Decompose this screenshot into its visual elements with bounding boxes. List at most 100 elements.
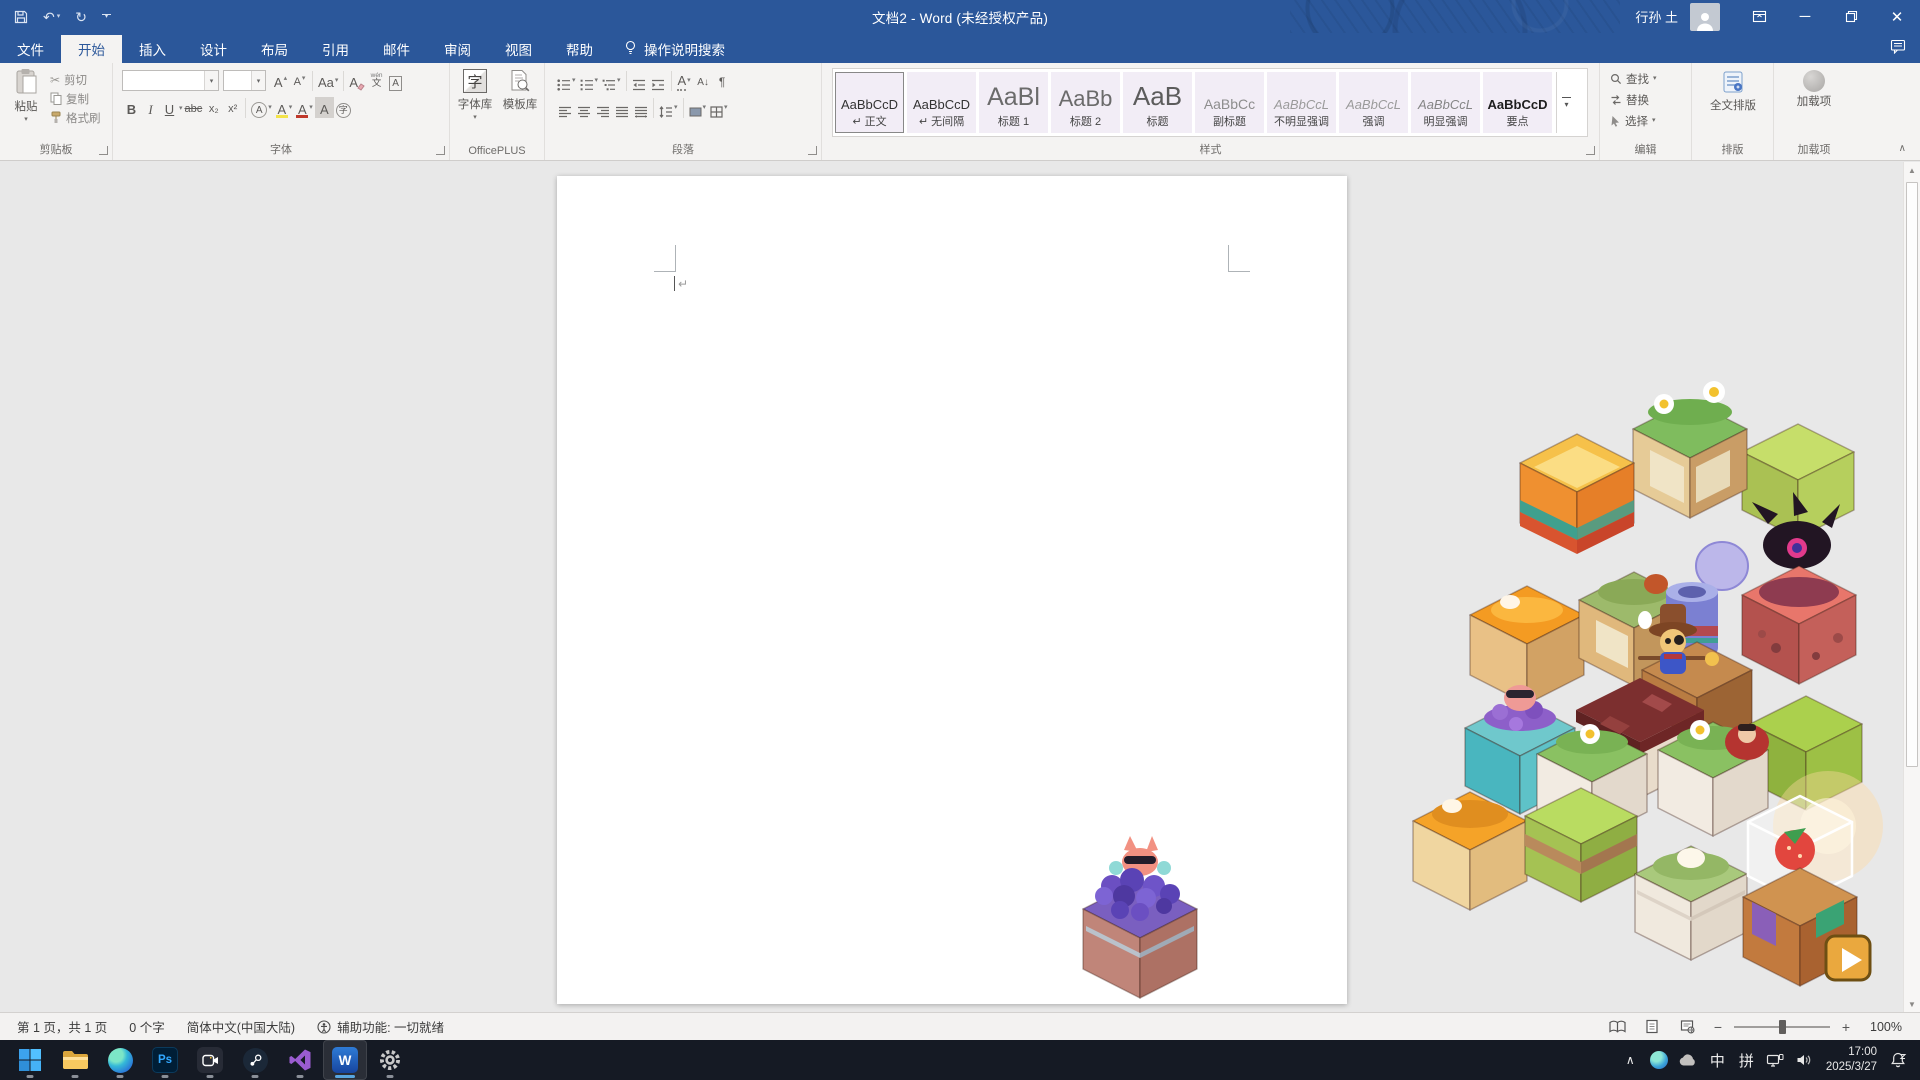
strikethrough-button[interactable]: abc — [183, 97, 205, 118]
style-intense-emphasis[interactable]: AaBbCcL明显强调 — [1411, 72, 1480, 133]
font-size-combo[interactable]: ▾ — [223, 70, 266, 91]
style-no-spacing[interactable]: AaBbCcD↵ 无间隔 — [907, 72, 976, 133]
undo-icon[interactable]: ↶▾ — [43, 10, 60, 24]
numbering-button[interactable]: ▾ — [578, 70, 601, 91]
sort-button[interactable]: A↓ — [694, 70, 713, 91]
tab-review[interactable]: 审阅 — [427, 35, 488, 63]
align-center-button[interactable] — [574, 97, 593, 118]
save-icon[interactable] — [14, 10, 28, 24]
character-shading-button[interactable]: A — [315, 97, 334, 118]
align-left-button[interactable] — [555, 97, 574, 118]
tab-insert[interactable]: 插入 — [122, 35, 183, 63]
addins-button[interactable]: 加载项 — [1796, 70, 1832, 109]
taskbar-photoshop-icon[interactable]: Ps — [143, 1040, 187, 1080]
tab-home[interactable]: 开始 — [61, 35, 122, 63]
document-area[interactable]: ↵ ▲ ▼ — [0, 162, 1920, 1012]
ime-pinyin-indicator[interactable]: 拼 — [1733, 1040, 1760, 1080]
minimize-button[interactable]: ─ — [1782, 0, 1828, 33]
comments-icon[interactable] — [1890, 39, 1906, 59]
full-text-typeset-button[interactable]: 全文排版 — [1709, 70, 1757, 113]
tray-expand-icon[interactable]: ∧ — [1617, 1040, 1644, 1080]
style-emphasis[interactable]: AaBbCcL强调 — [1339, 72, 1408, 133]
document-page[interactable]: ↵ — [557, 176, 1347, 1004]
web-layout-button[interactable] — [1676, 1016, 1698, 1038]
page-indicator[interactable]: 第 1 页，共 1 页 — [6, 1017, 118, 1036]
underline-button[interactable]: U — [160, 97, 179, 118]
paragraph-dialog-launcher[interactable] — [808, 146, 817, 155]
tray-app-icon[interactable] — [1646, 1040, 1673, 1080]
tab-design[interactable]: 设计 — [183, 35, 244, 63]
justify-button[interactable] — [612, 97, 631, 118]
styles-gallery-more-button[interactable]: ▾ — [1556, 72, 1576, 133]
find-button[interactable]: 查找▾ — [1610, 69, 1657, 88]
cut-button[interactable]: ✂剪切 — [50, 70, 101, 89]
tell-me-search[interactable]: 操作说明搜索 — [624, 35, 725, 63]
ime-language-indicator[interactable]: 中 — [1704, 1040, 1731, 1080]
tab-view[interactable]: 视图 — [488, 35, 549, 63]
asian-layout-button[interactable]: A▾ — [675, 70, 694, 91]
borders-button[interactable]: ▾ — [708, 97, 730, 118]
scrollbar-thumb[interactable] — [1906, 182, 1918, 767]
zoom-slider[interactable] — [1734, 1026, 1830, 1028]
vertical-scrollbar[interactable]: ▲ ▼ — [1903, 162, 1920, 1012]
restore-button[interactable] — [1828, 0, 1874, 33]
collapse-ribbon-button[interactable]: ∧ — [1899, 143, 1906, 154]
style-normal[interactable]: AaBbCcD↵ 正文 — [835, 72, 904, 133]
phonetic-guide-button[interactable]: wén 文 — [367, 70, 386, 91]
grow-font-button[interactable]: A▴ — [271, 70, 290, 91]
shrink-font-button[interactable]: A▾ — [290, 70, 309, 91]
customize-quick-access-icon[interactable]: ▾ — [102, 14, 111, 19]
network-icon[interactable] — [1762, 1040, 1789, 1080]
font-color-button[interactable]: A▾ — [294, 97, 315, 118]
tab-help[interactable]: 帮助 — [549, 35, 610, 63]
zoom-level[interactable]: 100% — [1862, 1020, 1902, 1034]
taskbar-steam-icon[interactable] — [233, 1040, 277, 1080]
bullets-button[interactable]: ▾ — [555, 70, 578, 91]
scroll-down-arrow[interactable]: ▼ — [1904, 996, 1920, 1012]
clock[interactable]: 17:00 2025/3/27 — [1826, 1045, 1877, 1075]
language-indicator[interactable]: 简体中文(中国大陆) — [176, 1017, 306, 1036]
style-subtle-emphasis[interactable]: AaBbCcL不明显强调 — [1267, 72, 1336, 133]
redo-icon[interactable]: ↻ — [75, 10, 87, 24]
styles-dialog-launcher[interactable] — [1586, 146, 1595, 155]
bold-button[interactable]: B — [122, 97, 141, 118]
change-case-button[interactable]: Aa▾ — [316, 70, 340, 91]
multilevel-list-button[interactable]: ▾ — [600, 70, 623, 91]
paste-button[interactable]: 粘贴▾ — [6, 68, 46, 122]
style-strong[interactable]: AaBbCcD要点 — [1483, 72, 1552, 133]
template-library-button[interactable]: 模板库 — [498, 69, 542, 112]
style-heading-2[interactable]: AaBb标题 2 — [1051, 72, 1120, 133]
tab-references[interactable]: 引用 — [305, 35, 366, 63]
increase-indent-button[interactable] — [649, 70, 668, 91]
account-name[interactable]: 行孙 土 — [1635, 7, 1678, 26]
taskbar-settings-icon[interactable] — [368, 1040, 412, 1080]
highlight-color-button[interactable]: A▾ — [274, 97, 295, 118]
taskbar-start-icon[interactable] — [8, 1040, 52, 1080]
style-subtitle[interactable]: AaBbCc副标题 — [1195, 72, 1264, 133]
taskbar-visual-studio-icon[interactable] — [278, 1040, 322, 1080]
zoom-out-button[interactable]: − — [1711, 1019, 1725, 1035]
read-mode-button[interactable] — [1606, 1016, 1628, 1038]
line-spacing-button[interactable]: ▾ — [657, 97, 680, 118]
replace-button[interactable]: 替换 — [1610, 90, 1649, 109]
zoom-in-button[interactable]: + — [1839, 1019, 1853, 1035]
italic-button[interactable]: I — [141, 97, 160, 118]
superscript-button[interactable]: x² — [223, 97, 242, 118]
taskbar-word-icon[interactable]: W — [323, 1040, 367, 1080]
subscript-button[interactable]: x₂ — [204, 97, 223, 118]
decrease-indent-button[interactable] — [630, 70, 649, 91]
select-button[interactable]: 选择▾ — [1610, 111, 1656, 130]
font-library-button[interactable]: 字 字体库▾ — [454, 69, 496, 120]
style-title[interactable]: AaB标题 — [1123, 72, 1192, 133]
notification-bell-icon[interactable] — [1885, 1040, 1912, 1080]
tab-layout[interactable]: 布局 — [244, 35, 305, 63]
ribbon-display-options-button[interactable] — [1736, 0, 1782, 33]
avatar[interactable] — [1690, 3, 1720, 31]
scroll-up-arrow[interactable]: ▲ — [1904, 162, 1920, 178]
font-name-combo[interactable]: ▾ — [122, 70, 219, 91]
taskbar-explorer-icon[interactable] — [53, 1040, 97, 1080]
shading-button[interactable]: ▾ — [687, 97, 709, 118]
enclose-characters-button[interactable]: 字 — [334, 97, 353, 118]
taskbar-camera-icon[interactable] — [188, 1040, 232, 1080]
print-layout-button[interactable] — [1641, 1016, 1663, 1038]
